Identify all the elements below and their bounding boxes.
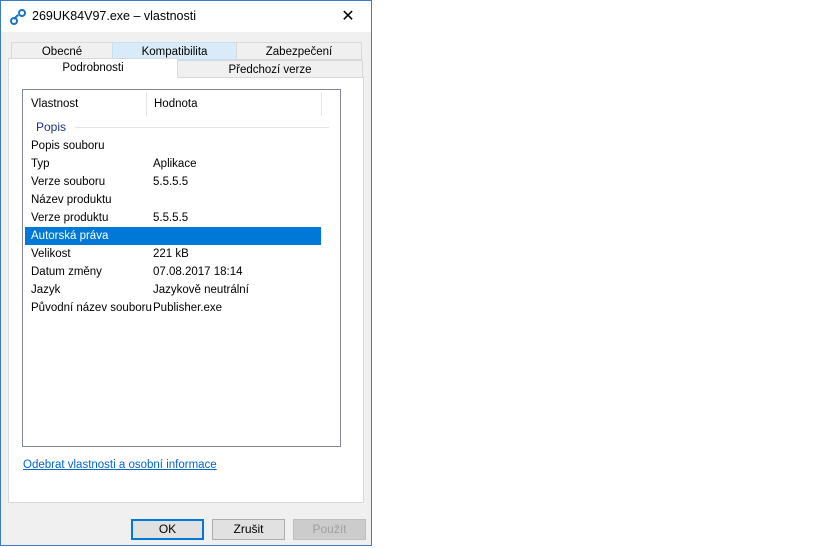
property-value: 221 kB (153, 248, 189, 260)
close-icon: ✕ (341, 8, 355, 25)
tab-label: Zabezpečení (265, 46, 333, 58)
list-item[interactable]: Velikost 221 kB (25, 245, 321, 263)
ok-button[interactable]: OK (131, 519, 204, 540)
property-value: 07.08.2017 18:14 (153, 266, 243, 278)
property-name: Verze produktu (31, 212, 109, 224)
apply-button[interactable]: Použít (293, 519, 366, 540)
list-item-selected[interactable]: Autorská práva (25, 227, 321, 245)
tab-label: Kompatibilita (141, 46, 208, 58)
property-name: Název produktu (31, 194, 112, 206)
list-item[interactable]: Jazyk Jazykově neutrální (25, 281, 321, 299)
list-item[interactable]: Popis souboru (25, 137, 321, 155)
tab-security[interactable]: Zabezpečení (236, 42, 362, 60)
list-item[interactable]: Verze produktu 5.5.5.5 (25, 209, 321, 227)
property-value: Publisher.exe (153, 302, 223, 314)
property-name: Typ (31, 158, 50, 170)
column-header-label: Vlastnost (31, 98, 79, 110)
property-value: Aplikace (153, 158, 197, 170)
property-name: Datum změny (31, 266, 102, 278)
property-value: Jazykově neutrální (153, 284, 249, 296)
column-separator[interactable] (321, 92, 322, 116)
list-item[interactable]: Typ Aplikace (25, 155, 321, 173)
property-value: 5.5.5.5 (153, 212, 189, 224)
property-name: Autorská práva (31, 230, 109, 242)
property-name: Jazyk (31, 284, 61, 296)
tab-label: Předchozí verze (228, 64, 312, 76)
window-title: 269UK84V97.exe – vlastnosti (32, 9, 196, 23)
tab-label: Obecné (41, 46, 83, 58)
column-header-value[interactable]: Hodnota (146, 90, 321, 118)
property-name: Původní název souboru (31, 302, 152, 314)
list-item[interactable]: Verze souboru 5.5.5.5 (25, 173, 321, 191)
property-name: Popis souboru (31, 140, 105, 152)
column-header-label: Hodnota (154, 98, 198, 110)
group-header: Popis (36, 120, 67, 134)
group-divider (75, 127, 329, 128)
tab-previous-versions[interactable]: Předchozí verze (177, 60, 363, 78)
cancel-button[interactable]: Zrušit (212, 519, 285, 540)
tab-label: Podrobnosti (62, 62, 124, 74)
property-name: Verze souboru (31, 176, 106, 188)
properties-list[interactable]: Vlastnost Hodnota Popis Popis souboru Ty… (22, 89, 341, 447)
property-name: Velikost (31, 248, 71, 260)
tab-details[interactable]: Podrobnosti (8, 58, 178, 78)
close-button[interactable]: ✕ (325, 1, 371, 32)
app-icon (10, 9, 26, 25)
list-item[interactable]: Název produktu (25, 191, 321, 209)
list-item[interactable]: Původní název souboru Publisher.exe (25, 299, 321, 317)
list-item[interactable]: Datum změny 07.08.2017 18:14 (25, 263, 321, 281)
column-header-property[interactable]: Vlastnost (23, 90, 146, 118)
properties-dialog: 269UK84V97.exe – vlastnosti ✕ Obecné Kom… (0, 0, 372, 546)
remove-properties-link[interactable]: Odebrat vlastnosti a osobní informace (23, 459, 217, 471)
property-value: 5.5.5.5 (153, 176, 189, 188)
title-bar[interactable]: 269UK84V97.exe – vlastnosti ✕ (1, 1, 371, 32)
